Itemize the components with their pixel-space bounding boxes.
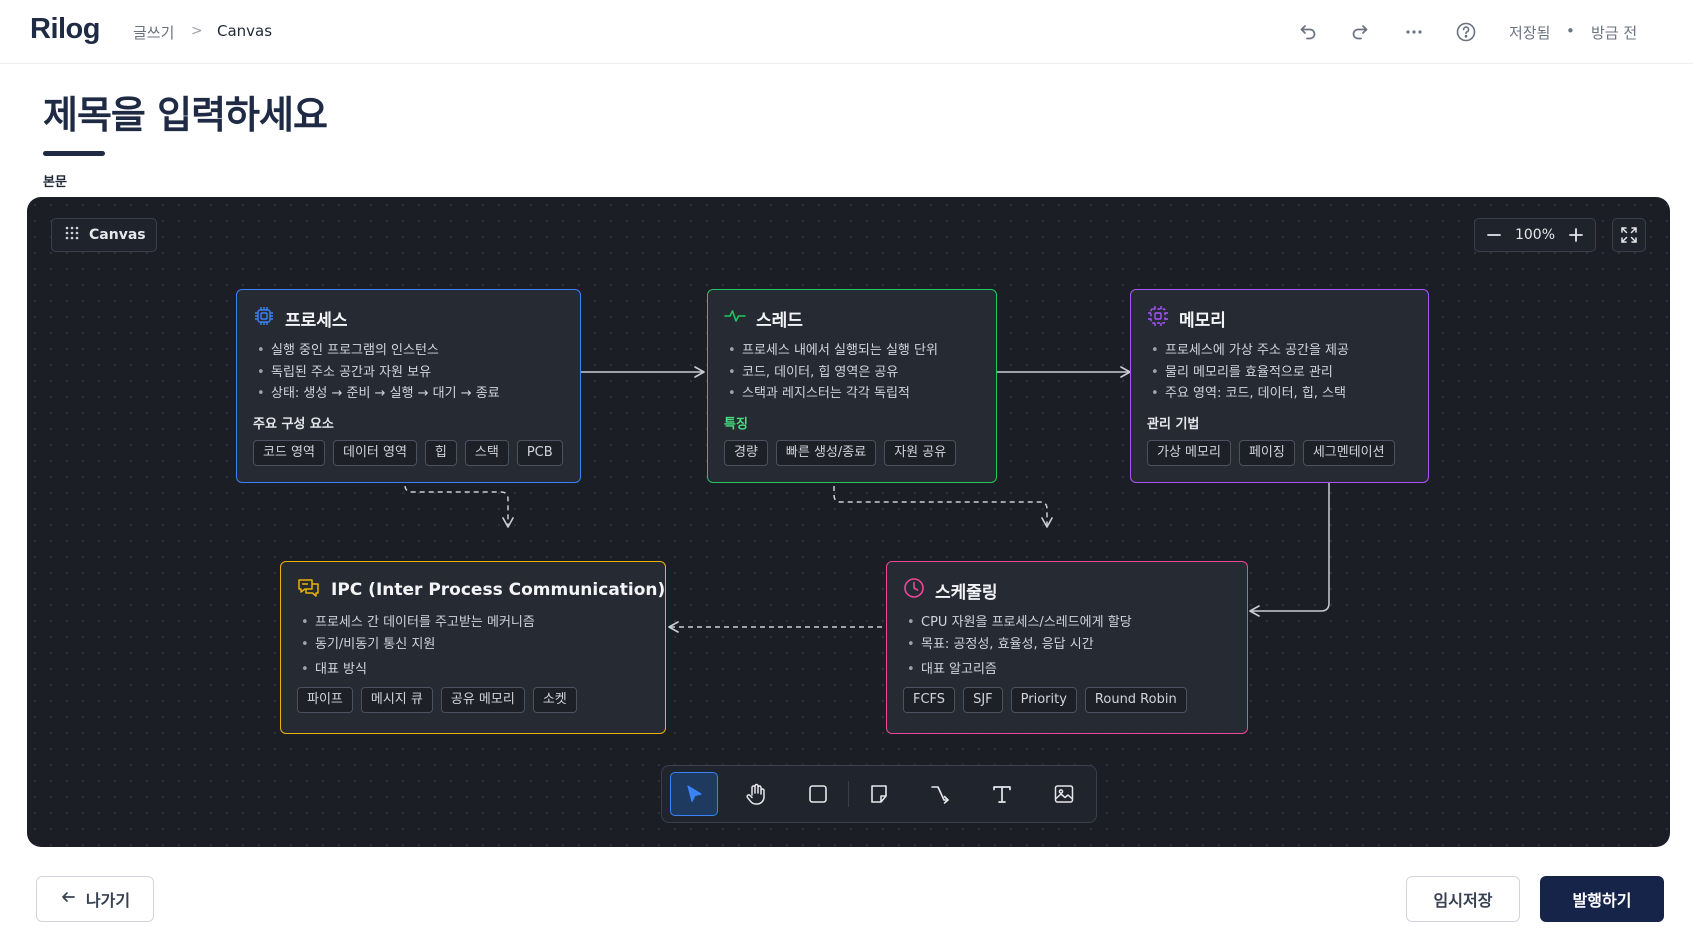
memory-chip-icon xyxy=(1147,305,1169,331)
tag: 페이징 xyxy=(1238,439,1295,466)
text-icon xyxy=(993,786,1012,803)
activity-pulse-icon xyxy=(724,305,746,331)
list-item: 물리 메모리를 효율적으로 관리 xyxy=(1147,362,1412,384)
node-section-label: 주요 구성 요소 xyxy=(253,416,334,432)
node-section-label: 대표 방식 xyxy=(297,659,649,681)
more-icon[interactable] xyxy=(1400,18,1428,46)
node-title: 메모리 xyxy=(1179,310,1226,331)
tag: 스택 xyxy=(464,439,509,466)
cursor-arrow-icon xyxy=(687,785,702,803)
node-scheduling[interactable]: 스케줄링 CPU 자원을 프로세스/스레드에게 할당 목표: 공정성, 효율성,… xyxy=(886,561,1248,734)
tag: 힙 xyxy=(424,439,457,466)
tag: 자원 공유 xyxy=(884,439,957,466)
tag: 메시지 큐 xyxy=(360,686,433,713)
list-item: 주요 영역: 코드, 데이터, 힙, 스택 xyxy=(1147,383,1412,405)
tag: 코드 영역 xyxy=(253,439,325,466)
clock-icon xyxy=(903,577,925,603)
logo[interactable]: Rilog xyxy=(30,13,101,46)
node-process[interactable]: 프로세스 실행 중인 프로그램의 인스턴스 독립된 주소 공간과 자원 보유 상… xyxy=(236,289,581,483)
tag: 공유 메모리 xyxy=(440,686,525,713)
node-ipc[interactable]: IPC (Inter Process Communication) 프로세스 간… xyxy=(280,561,666,734)
cpu-chip-icon xyxy=(253,305,275,331)
node-memory[interactable]: 메모리 프로세스에 가상 주소 공간을 제공 물리 메모리를 효율적으로 관리 … xyxy=(1130,289,1429,483)
save-status: 저장됨 xyxy=(1509,24,1551,42)
tag: Priority xyxy=(1010,686,1077,713)
hand-tool[interactable] xyxy=(732,772,780,816)
status-dot: • xyxy=(1566,22,1575,40)
tag: 파이프 xyxy=(297,686,353,713)
list-item: 목표: 공정성, 효율성, 응답 시간 xyxy=(903,634,1231,656)
tag: PCB xyxy=(516,439,563,466)
canvas-toolbar xyxy=(661,765,1097,823)
list-item: 프로세스 간 데이터를 주고받는 메커니즘 xyxy=(297,612,649,634)
node-title: 스케줄링 xyxy=(935,582,998,603)
list-item: 독립된 주소 공간과 자원 보유 xyxy=(253,362,564,384)
help-icon[interactable] xyxy=(1452,18,1480,46)
tag: 경량 xyxy=(724,439,768,466)
node-section-label: 대표 알고리즘 xyxy=(903,659,1231,681)
rectangle-tool[interactable] xyxy=(794,772,842,816)
list-item: 프로세스 내에서 실행되는 실행 단위 xyxy=(724,340,980,362)
node-thread[interactable]: 스레드 프로세스 내에서 실행되는 실행 단위 코드, 데이터, 힙 영역은 공… xyxy=(707,289,997,483)
list-item: 코드, 데이터, 힙 영역은 공유 xyxy=(724,362,980,384)
sticky-note-tool[interactable] xyxy=(855,772,903,816)
chat-bubbles-icon xyxy=(297,577,321,603)
sticky-note-icon xyxy=(870,785,887,803)
canvas-area[interactable]: Canvas 100% 프로세스 • 실행 중인 프로그램의 인스턴스 • 독립… xyxy=(27,197,1670,847)
tag: 가상 메모리 xyxy=(1147,439,1231,466)
exit-button-label: 나가기 xyxy=(85,891,131,910)
toolbar-divider xyxy=(847,781,849,807)
list-item: 상태: 생성 → 준비 → 실행 → 대기 → 종료 xyxy=(253,383,564,405)
tag: SJF xyxy=(963,686,1003,713)
hand-icon xyxy=(746,783,765,805)
exit-button[interactable]: 나가기 xyxy=(36,876,154,922)
title-underline xyxy=(43,151,105,156)
node-section-label: 관리 기법 xyxy=(1147,416,1200,432)
select-tool[interactable] xyxy=(670,772,718,816)
image-tool[interactable] xyxy=(1040,772,1088,816)
connector-tool[interactable] xyxy=(916,772,964,816)
node-section-label: 특징 xyxy=(724,416,748,432)
list-item: 실행 중인 프로그램의 인스턴스 xyxy=(253,340,564,362)
node-title: IPC (Inter Process Communication) xyxy=(331,580,666,600)
tag: Round Robin xyxy=(1084,686,1187,713)
arrow-left-icon xyxy=(60,889,76,909)
save-time: 방금 전 xyxy=(1591,24,1638,42)
rectangle-icon xyxy=(808,785,827,803)
breadcrumb-separator: > xyxy=(191,23,203,39)
tag: 빠른 생성/종료 xyxy=(775,439,877,466)
tag: 세그멘테이션 xyxy=(1302,439,1395,466)
breadcrumb-current: Canvas xyxy=(217,22,273,40)
tag: 데이터 영역 xyxy=(332,439,417,466)
list-item: CPU 자원을 프로세스/스레드에게 할당 xyxy=(903,612,1231,634)
tag: 소켓 xyxy=(532,686,577,713)
redo-icon[interactable] xyxy=(1346,18,1374,46)
body-label: 본문 xyxy=(43,175,67,190)
image-icon xyxy=(1054,785,1074,803)
breadcrumb-parent[interactable]: 글쓰기 xyxy=(133,22,174,43)
undo-icon[interactable] xyxy=(1294,18,1322,46)
list-item: 스택과 레지스터는 각각 독립적 xyxy=(724,383,980,405)
save-draft-button[interactable]: 임시저장 xyxy=(1406,876,1520,922)
top-header: Rilog 글쓰기 > Canvas 저장됨 • 방금 전 xyxy=(0,0,1693,64)
tag: FCFS xyxy=(903,686,956,713)
node-title: 스레드 xyxy=(756,310,803,331)
publish-button[interactable]: 발행하기 xyxy=(1540,876,1664,922)
node-title: 프로세스 xyxy=(285,310,348,331)
list-item: 프로세스에 가상 주소 공간을 제공 xyxy=(1147,340,1412,362)
text-tool[interactable] xyxy=(978,772,1026,816)
page-title-input[interactable]: 제목을 입력하세요 xyxy=(43,84,328,139)
list-item: 동기/비동기 통신 지원 xyxy=(297,634,649,656)
connector-arrow-icon xyxy=(931,786,950,804)
